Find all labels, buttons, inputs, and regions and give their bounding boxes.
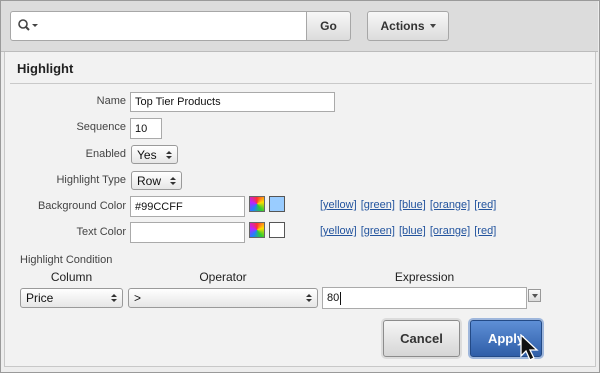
text-quick-colors: [yellow] [green] [blue] [orange] [red] — [320, 225, 496, 237]
quick-color-orange[interactable]: [orange] — [430, 225, 470, 237]
column-value: Price — [26, 291, 54, 305]
name-label: Name — [96, 95, 126, 107]
condition-section-label: Highlight Condition — [20, 254, 113, 266]
name-field[interactable]: Top Tier Products — [130, 92, 335, 112]
actions-menu-button[interactable]: Actions — [367, 11, 449, 41]
quick-color-green[interactable]: [green] — [361, 199, 395, 211]
highlight-type-value: Row — [137, 173, 162, 188]
expression-value: 80 — [327, 292, 340, 304]
go-button[interactable]: Go — [306, 11, 351, 41]
expression-field[interactable]: 80 — [322, 287, 527, 309]
enabled-select[interactable]: Yes — [131, 145, 178, 164]
bg-color-swatch — [269, 196, 285, 212]
bg-quick-colors: [yellow] [green] [blue] [orange] [red] — [320, 199, 496, 211]
column-select[interactable]: Price — [20, 288, 123, 308]
select-arrows-icon — [166, 150, 172, 159]
expression-header: Expression — [394, 270, 455, 284]
operator-header: Operator — [199, 270, 247, 284]
select-arrows-icon — [111, 294, 117, 302]
enabled-label: Enabled — [85, 148, 126, 160]
chevron-down-icon — [531, 293, 538, 298]
text-color-label: Text Color — [76, 226, 126, 238]
select-arrows-icon — [306, 294, 312, 302]
mouse-pointer-icon — [520, 334, 539, 361]
column-header: Column — [50, 270, 93, 284]
quick-color-yellow[interactable]: [yellow] — [320, 199, 357, 211]
quick-color-red[interactable]: [red] — [474, 225, 496, 237]
divider — [10, 83, 592, 84]
text-color-field[interactable] — [130, 222, 245, 243]
sequence-field[interactable]: 10 — [130, 118, 162, 139]
color-picker-icon[interactable] — [249, 222, 265, 238]
actions-label: Actions — [380, 19, 425, 33]
panel-title: Highlight — [17, 61, 74, 76]
search-icon[interactable] — [17, 18, 39, 34]
quick-color-yellow[interactable]: [yellow] — [320, 225, 357, 237]
quick-color-blue[interactable]: [blue] — [399, 225, 426, 237]
search-input[interactable] — [10, 11, 307, 41]
chevron-down-icon — [429, 24, 436, 28]
quick-color-red[interactable]: [red] — [474, 199, 496, 211]
highlight-type-select[interactable]: Row — [131, 171, 182, 190]
operator-value: > — [134, 291, 142, 305]
text-cursor — [340, 291, 342, 305]
text-color-swatch — [269, 222, 285, 238]
color-picker-icon[interactable] — [249, 196, 265, 212]
quick-color-orange[interactable]: [orange] — [430, 199, 470, 211]
quick-color-green[interactable]: [green] — [361, 225, 395, 237]
cancel-button[interactable]: Cancel — [383, 320, 460, 357]
quick-color-blue[interactable]: [blue] — [399, 199, 426, 211]
expression-dropdown-button[interactable] — [528, 289, 541, 302]
bg-color-label: Background Color — [37, 200, 126, 212]
enabled-value: Yes — [137, 147, 157, 162]
sequence-label: Sequence — [76, 121, 126, 133]
operator-select[interactable]: > — [128, 288, 318, 308]
highlight-type-label: Highlight Type — [56, 174, 126, 186]
bg-color-field[interactable]: #99CCFF — [130, 196, 245, 217]
select-arrows-icon — [170, 176, 176, 185]
